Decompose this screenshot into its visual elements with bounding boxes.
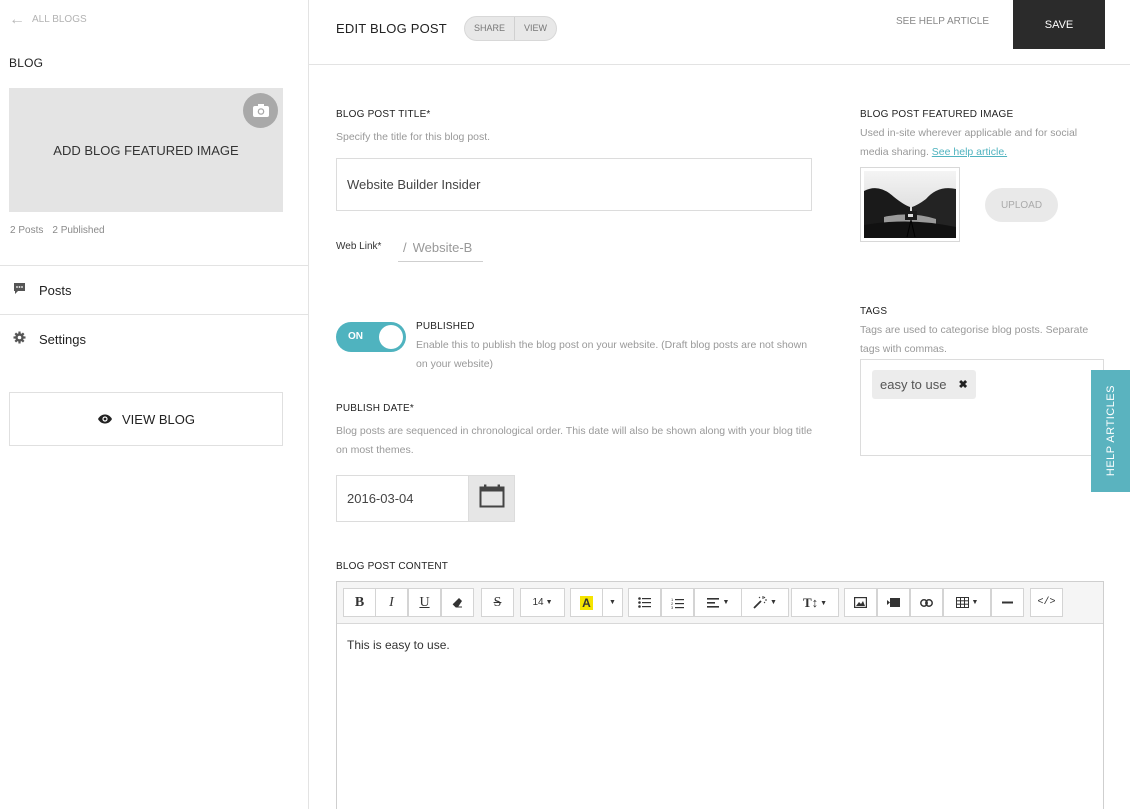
see-help-article-link[interactable]: See help article. <box>932 146 1007 158</box>
chevron-down-icon: ▼ <box>971 599 979 606</box>
blog-stats: 2 Posts 2 Published <box>10 225 105 236</box>
tags-label: TAGS <box>860 306 888 317</box>
arrow-left-icon: ← <box>9 10 25 28</box>
published-label: PUBLISHED <box>416 321 475 332</box>
editor-content[interactable]: This is easy to use. <box>337 624 1103 666</box>
bullet-list-icon[interactable] <box>628 588 661 617</box>
featured-image-label: BLOG POST FEATURED IMAGE <box>860 109 1014 120</box>
highlight-icon: A <box>580 595 593 610</box>
help-articles-label: HELP ARTICLES <box>1104 385 1117 477</box>
tag-chip: easy to use ✖ <box>872 370 976 399</box>
tag-label: easy to use <box>880 377 947 392</box>
posts-count: 2 Posts <box>10 225 44 236</box>
divider <box>0 314 308 315</box>
title-label: BLOG POST TITLE* <box>336 109 431 120</box>
share-view-toggle: SHARE VIEW <box>464 16 558 41</box>
align-left-icon <box>706 597 719 608</box>
rich-text-editor: B I U S 14 ▼ A ▼ 123 ▼ ▼ T↕ ▼ ▼ </> This… <box>336 581 1104 809</box>
eraser-icon[interactable] <box>441 588 474 617</box>
published-count: 2 Published <box>52 225 105 236</box>
underline-button[interactable]: U <box>408 588 441 617</box>
web-link-field: / <box>398 234 483 262</box>
divider <box>0 265 308 266</box>
remove-tag-icon[interactable]: ✖ <box>959 378 968 391</box>
view-blog-label: VIEW BLOG <box>122 411 195 427</box>
chevron-down-icon: ▼ <box>770 599 777 606</box>
view-button[interactable]: VIEW <box>514 17 556 40</box>
chevron-down-icon: ▼ <box>545 599 553 606</box>
sidebar-item-posts[interactable]: Posts <box>13 282 72 298</box>
see-help-article-link[interactable]: SEE HELP ARTICLE <box>896 16 989 27</box>
numbered-list-icon[interactable]: 123 <box>661 588 694 617</box>
italic-button[interactable]: I <box>375 588 408 617</box>
sidebar-item-label: Settings <box>39 331 86 347</box>
font-size-dropdown[interactable]: 14 ▼ <box>520 588 565 617</box>
tags-hint: Tags are used to categorise blog posts. … <box>860 324 1089 355</box>
highlight-color-button[interactable]: A <box>570 588 603 617</box>
featured-image-hint: Used in-site wherever applicable and for… <box>860 124 1092 162</box>
publish-date-hint: Blog posts are sequenced in chronologica… <box>336 425 813 456</box>
chevron-down-icon: ▼ <box>609 599 616 606</box>
bold-button[interactable]: B <box>343 588 376 617</box>
tags-input[interactable]: easy to use ✖ <box>860 359 1104 456</box>
svg-text:3: 3 <box>671 605 674 609</box>
featured-image-picture <box>864 171 956 238</box>
top-header: EDIT BLOG POST SHARE VIEW SEE HELP ARTIC… <box>309 0 1130 65</box>
all-blogs-label: ALL BLOGS <box>32 14 87 25</box>
web-link-slash: / <box>403 240 407 255</box>
chevron-down-icon: ▼ <box>722 599 730 606</box>
chevron-down-icon: ▼ <box>820 598 828 607</box>
text-height-dropdown[interactable]: T↕ ▼ <box>791 588 839 617</box>
toggle-knob <box>379 325 403 349</box>
post-title-input[interactable] <box>336 158 812 211</box>
title-hint: Specify the title for this blog post. <box>336 131 491 143</box>
featured-image-thumbnail[interactable] <box>860 167 960 242</box>
table-dropdown[interactable]: ▼ <box>943 588 991 617</box>
magic-wand-dropdown[interactable]: ▼ <box>741 588 789 617</box>
add-featured-image-area[interactable]: ADD BLOG FEATURED IMAGE <box>9 88 283 212</box>
calendar-icon <box>479 484 505 513</box>
table-icon <box>955 597 969 608</box>
publish-date-input[interactable] <box>336 475 469 522</box>
published-toggle[interactable]: ON <box>336 322 406 352</box>
help-articles-tab[interactable]: HELP ARTICLES <box>1091 370 1130 492</box>
view-blog-button[interactable]: VIEW BLOG <box>9 392 283 446</box>
magic-wand-icon <box>753 596 768 609</box>
content-label: BLOG POST CONTENT <box>336 561 449 572</box>
horizontal-rule-icon[interactable] <box>991 588 1024 617</box>
text-height-icon: T↕ <box>802 594 819 610</box>
web-link-label: Web Link* <box>336 241 382 252</box>
add-featured-image-label: ADD BLOG FEATURED IMAGE <box>53 142 239 158</box>
calendar-button[interactable] <box>468 475 515 522</box>
upload-button[interactable]: UPLOAD <box>985 188 1058 222</box>
align-dropdown[interactable]: ▼ <box>694 588 742 617</box>
font-size-value: 14 <box>532 597 544 608</box>
highlight-dropdown[interactable]: ▼ <box>602 588 623 617</box>
gear-icon <box>13 331 26 347</box>
eye-icon <box>97 412 113 427</box>
sidebar-section-title: BLOG <box>9 56 44 70</box>
publish-date-label: PUBLISH DATE* <box>336 403 414 414</box>
published-hint: Enable this to publish the blog post on … <box>416 339 808 370</box>
camera-icon[interactable] <box>243 93 278 128</box>
sidebar-item-label: Posts <box>39 282 72 298</box>
sidebar-item-settings[interactable]: Settings <box>13 331 86 347</box>
save-button[interactable]: SAVE <box>1013 0 1105 49</box>
editor-toolbar: B I U S 14 ▼ A ▼ 123 ▼ ▼ T↕ ▼ ▼ </> <box>337 582 1103 624</box>
all-blogs-link[interactable]: ← ALL BLOGS <box>9 10 87 28</box>
link-icon[interactable] <box>910 588 943 617</box>
page-title: EDIT BLOG POST <box>336 21 447 36</box>
share-button[interactable]: SHARE <box>465 17 514 40</box>
toggle-state-label: ON <box>348 331 363 342</box>
sidebar: ← ALL BLOGS BLOG ADD BLOG FEATURED IMAGE… <box>0 0 309 809</box>
comment-icon <box>13 282 26 298</box>
web-link-input[interactable] <box>412 240 479 255</box>
strikethrough-button[interactable]: S <box>481 588 514 617</box>
code-view-icon[interactable]: </> <box>1030 588 1063 617</box>
insert-image-icon[interactable] <box>844 588 877 617</box>
insert-video-icon[interactable] <box>877 588 910 617</box>
